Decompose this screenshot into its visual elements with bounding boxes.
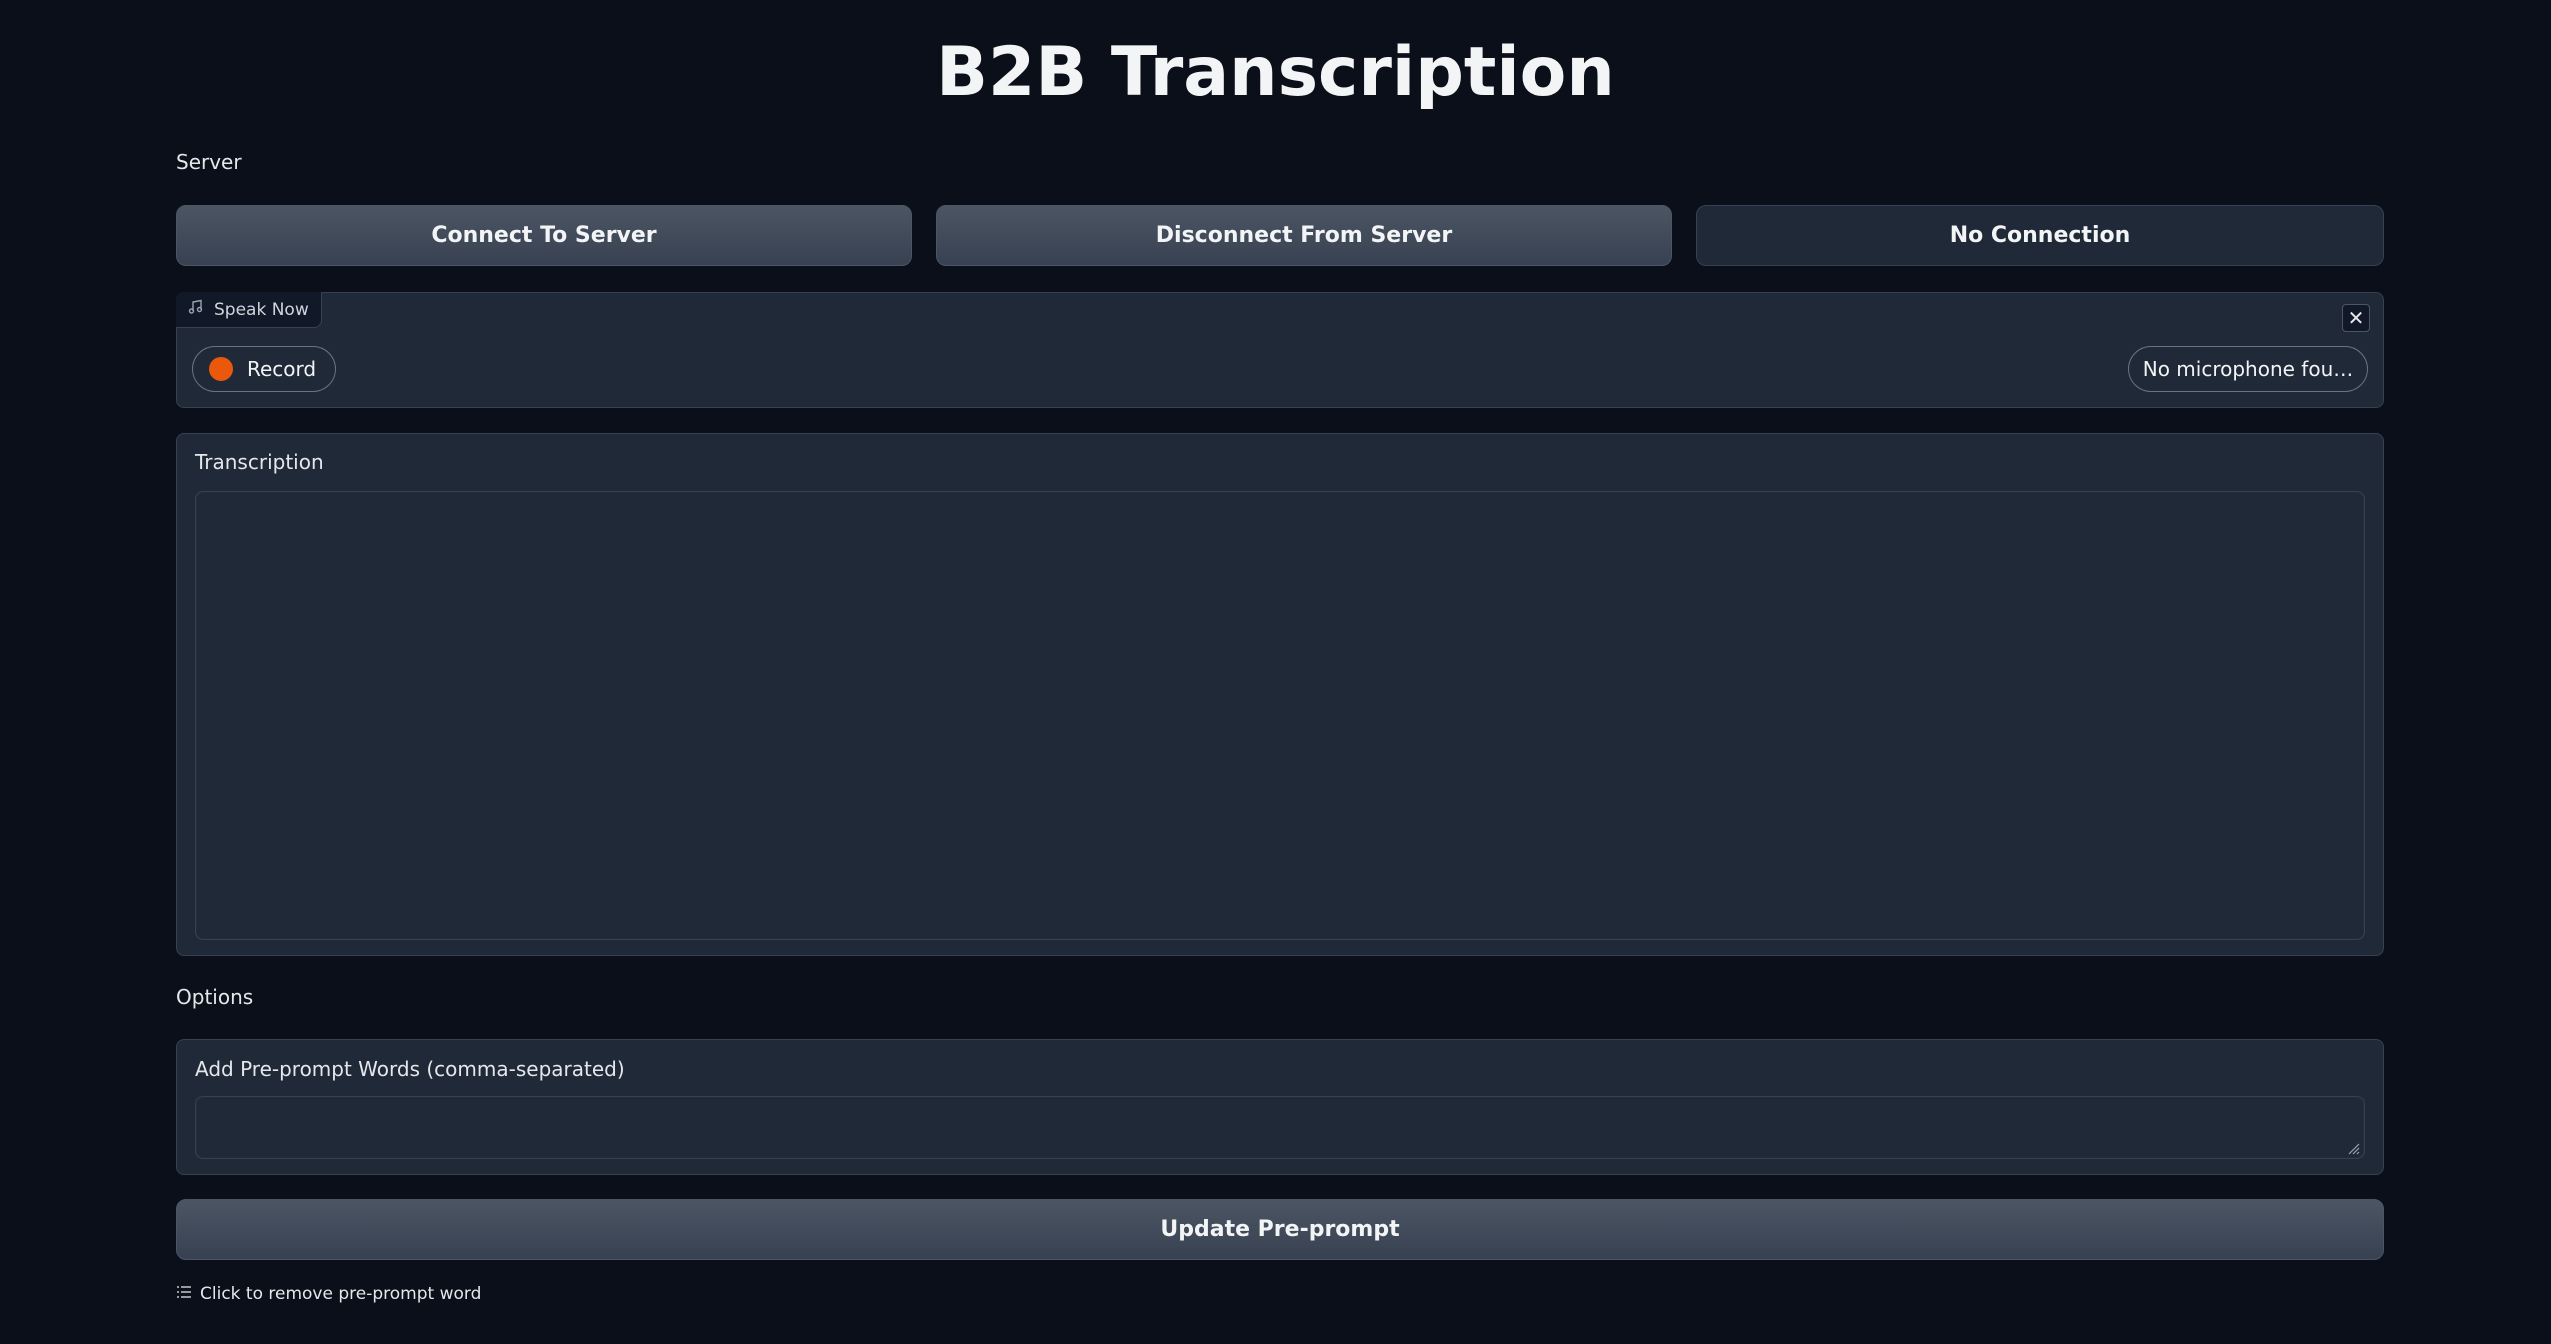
options-section-label: Options [176,985,254,1009]
clear-audio-button[interactable]: ✕ [2342,304,2370,332]
update-preprompt-button[interactable]: Update Pre-prompt [176,1199,2384,1260]
server-section-label: Server [176,150,242,174]
resize-handle-icon[interactable] [2346,1140,2360,1155]
audio-tag-label: Speak Now [214,299,309,320]
microphone-select[interactable]: No microphone fou… [2128,346,2368,392]
record-label: Record [247,357,317,381]
page-title: B2B Transcription [936,33,1615,112]
list-icon [176,1284,192,1304]
transcription-label: Transcription [195,450,324,474]
audio-panel [176,292,2384,408]
record-dot-icon [209,357,233,381]
disconnect-server-button[interactable]: Disconnect From Server [936,205,1672,266]
connect-server-button[interactable]: Connect To Server [176,205,912,266]
record-button[interactable]: Record [192,346,336,392]
transcription-textarea[interactable] [195,491,2365,940]
preprompt-input[interactable] [195,1096,2365,1159]
audio-tag: Speak Now [176,292,322,328]
connection-status-box: No Connection [1696,205,2384,266]
preprompt-hint: Click to remove pre-prompt word [176,1284,481,1304]
music-note-icon [188,299,204,320]
close-icon: ✕ [2347,306,2365,330]
preprompt-label: Add Pre-prompt Words (comma-separated) [195,1057,625,1081]
hint-text: Click to remove pre-prompt word [200,1284,482,1304]
